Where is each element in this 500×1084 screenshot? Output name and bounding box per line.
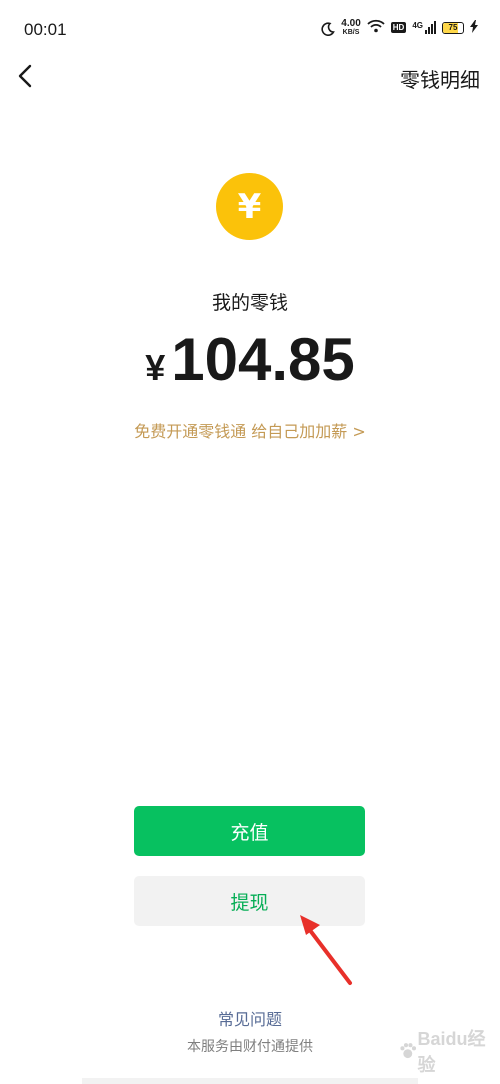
paw-icon [400, 1043, 417, 1059]
coin-symbol: ¥ [237, 186, 262, 227]
charging-icon [470, 18, 478, 37]
net-speed-value: 4.00 [341, 18, 361, 29]
topup-button[interactable]: 充值 [134, 806, 365, 856]
baidu-jingyan-watermark: Baidu经验 [398, 1029, 494, 1075]
net-speed-unit: KB/S [342, 29, 360, 36]
bottom-strip [82, 1078, 418, 1084]
battery-level: 75 [448, 23, 458, 32]
signal-bar [428, 27, 430, 34]
chevron-left-icon[interactable] [14, 60, 38, 92]
wifi-icon [367, 18, 385, 37]
status-time: 00:01 [24, 20, 67, 39]
change-details-link[interactable]: 零钱明细 [400, 64, 480, 93]
yuan-coin-icon: ¥ [216, 173, 283, 240]
hd-badge: HD [390, 22, 407, 33]
nav-bar: 零钱明细 [0, 52, 500, 100]
balance-amount: ¥ 104.85 [0, 325, 500, 394]
signal-icon: 4G [412, 21, 436, 34]
balance-value: 104.85 [171, 326, 355, 393]
battery-icon: 75 [442, 21, 464, 34]
promo-link[interactable]: 免费开通零钱通 给自己加加薪 > [0, 418, 500, 442]
net-speed: 4.00 KB/S [341, 18, 361, 37]
watermark-text: Baidu经验 [417, 1029, 486, 1075]
balance-label: 我的零钱 [211, 292, 288, 314]
status-icons: 4.00 KB/S HD 4G 75 [321, 18, 478, 37]
signal-bar [434, 21, 436, 34]
moon-icon [321, 21, 336, 36]
currency-symbol: ¥ [145, 347, 166, 388]
signal-bar [431, 24, 433, 34]
status-bar: 00:01 4.00 KB/S HD 4G 75 [0, 0, 500, 60]
signal-bar [425, 30, 427, 34]
red-arrow-annotation [300, 915, 352, 985]
network-type-label: 4G [412, 21, 423, 30]
